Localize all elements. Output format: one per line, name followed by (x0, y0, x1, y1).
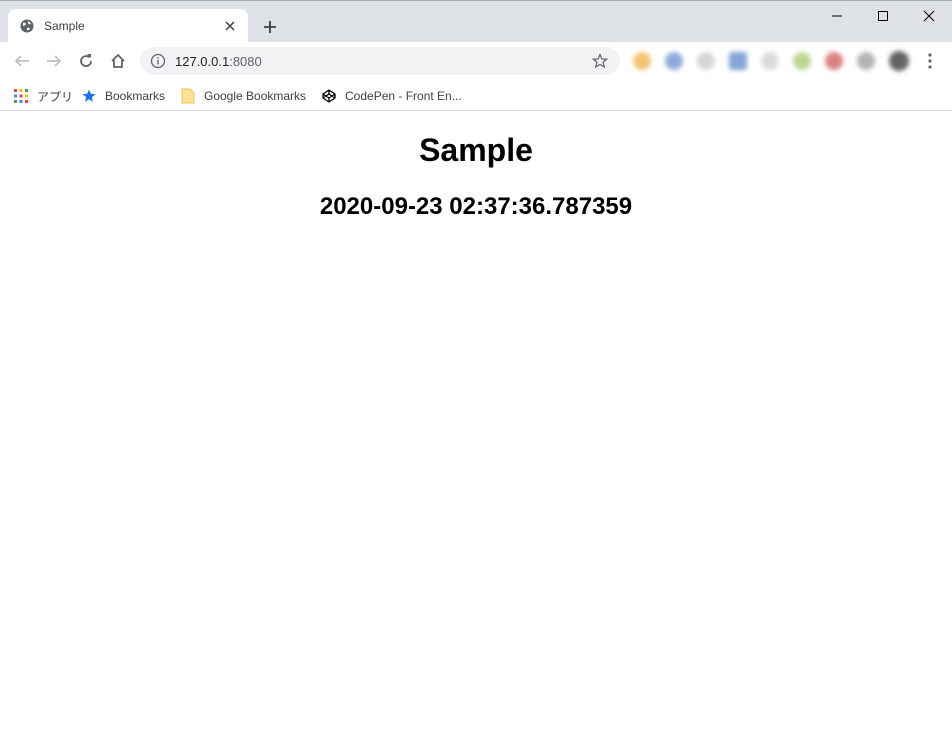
tab-title: Sample (44, 19, 85, 33)
browser-toolbar: 127.0.0.1:8080 (0, 42, 952, 80)
tab-strip: Sample (0, 0, 952, 43)
forward-arrow-icon[interactable] (43, 50, 65, 72)
site-info-icon[interactable] (150, 53, 166, 69)
star-icon (81, 88, 97, 104)
address-bar[interactable]: 127.0.0.1:8080 (140, 47, 620, 75)
url-text: 127.0.0.1:8080 (175, 54, 262, 69)
extension-icon-6[interactable] (793, 52, 811, 70)
reload-icon[interactable] (75, 50, 97, 72)
extension-icon-4[interactable] (729, 52, 747, 70)
extension-icon-8[interactable] (857, 52, 875, 70)
bookmark-label: Bookmarks (105, 89, 166, 103)
codepen-icon (321, 88, 337, 104)
page-content: Sample 2020-09-23 02:37:36.787359 (0, 112, 952, 736)
bookmark-bookmarks[interactable]: Bookmarks (81, 86, 165, 106)
bookmark-label: Google Bookmarks (204, 89, 307, 103)
minimize-icon[interactable] (814, 1, 860, 31)
extension-icon-5[interactable] (761, 52, 779, 70)
bookmark-star-icon[interactable] (591, 52, 609, 69)
home-icon[interactable] (107, 50, 129, 72)
extension-icon-3[interactable] (697, 52, 715, 70)
bookmark-label: アプリ (37, 89, 74, 104)
tab-close-icon[interactable] (222, 18, 238, 34)
globe-icon (20, 19, 34, 33)
maximize-icon[interactable] (860, 1, 906, 31)
bookmark-apps[interactable]: アプリ (13, 86, 73, 106)
extension-icon-1[interactable] (633, 52, 651, 70)
extension-icon-7[interactable] (825, 52, 843, 70)
url-port: :8080 (229, 54, 262, 69)
url-host: 127.0.0.1 (175, 54, 230, 69)
bookmarks-bar: アプリ Bookmarks Google Bookmarks CodePen -… (0, 80, 952, 111)
window-close-icon[interactable] (906, 1, 952, 31)
folder-icon (180, 88, 196, 104)
page-heading: Sample (419, 132, 533, 168)
bookmark-codepen[interactable]: CodePen - Front En... (321, 86, 462, 106)
browser-tab[interactable]: Sample (8, 9, 248, 43)
timestamp-text: 2020-09-23 02:37:36.787359 (319, 193, 633, 220)
bookmark-google-bookmarks[interactable]: Google Bookmarks (180, 86, 306, 106)
profile-avatar[interactable] (889, 51, 909, 71)
bookmark-label: CodePen - Front En... (345, 89, 462, 103)
extension-icon-2[interactable] (665, 52, 683, 70)
more-menu-icon[interactable] (922, 52, 938, 70)
apps-grid-icon (13, 88, 29, 104)
back-arrow-icon[interactable] (11, 50, 33, 72)
new-tab-button[interactable] (260, 17, 280, 37)
